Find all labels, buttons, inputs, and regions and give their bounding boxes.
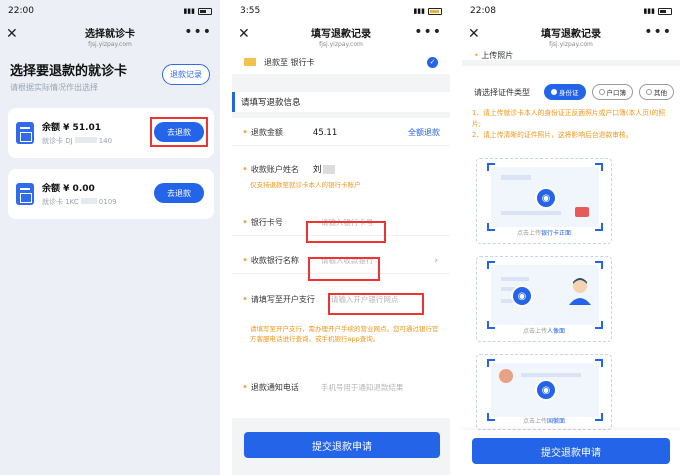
upload-id-screen: 22:08 ▮▮▮ ✕ 填写退款记录 fjsj.yizpay.com ••• •… (462, 0, 680, 475)
card-preview: ◉ (487, 163, 603, 231)
close-icon[interactable]: ✕ (468, 26, 480, 42)
select-card-screen: 22:00 ▮▮▮ ✕ 选择就诊卡 fjsj.yizpay.com ••• 选择… (0, 0, 220, 475)
select-header: 选择要退款的就诊卡 请根据实际情况作出选择 退款记录 (0, 50, 220, 93)
amount-value: 45.11 (312, 127, 338, 138)
page-title: 选择就诊卡 (85, 28, 135, 40)
section-title: 请填写退款信息 (232, 92, 450, 112)
amount-label: 退款金额 (250, 128, 283, 137)
card-number: 就诊卡 1KC 0109 (42, 198, 117, 206)
card-balance: 余额 ¥ 0.00 (42, 184, 95, 194)
divider (462, 60, 680, 66)
account-name-row: • 收款账户姓名 刘 (232, 156, 450, 182)
page-title: 填写退款记录 (311, 28, 371, 40)
highlight-box (150, 117, 208, 147)
refund-form-screen: 3:55 ▮▮▮ ✕ 填写退款记录 fjsj.yizpay.com ••• 退款… (232, 0, 450, 475)
upload-emblem-side[interactable]: ◉ 点击上传国徽面 (476, 354, 612, 430)
bank-name-label: 收款银行名称 (250, 256, 299, 265)
refund-form: • 退款金额 45.11 全额退款 • 收款账户姓名 刘 仅支持退款至就诊卡本人的银… (232, 118, 450, 418)
branch-note: 请填写至开户支行，需办理开户手续的营业网点。您可通过银行官方客服电话进行查询，或… (250, 325, 439, 343)
more-icon[interactable]: ••• (644, 24, 672, 40)
tip-item: 1、请上传就诊卡本人的身份证正反面照片或户口簿(本人页)的照片; (472, 109, 666, 128)
doc-type-label: 请选择证件类型 (474, 87, 530, 97)
upload-card-front[interactable]: ◉ 点击上传银行卡正面 (476, 158, 612, 244)
camera-icon: ◉ (511, 285, 533, 307)
emblem-icon (499, 369, 513, 383)
check-icon: ✓ (427, 56, 438, 68)
tip-item: 2、请上传清晰的证件照片，这将影响后台退款审核。 (472, 131, 633, 139)
portrait-icon (569, 278, 591, 305)
unionpay-icon (575, 207, 589, 217)
submit-refund-button[interactable]: 提交退款申请 (244, 432, 440, 458)
nav-bar: ✕ 填写退款记录 fjsj.yizpay.com ••• (232, 22, 450, 50)
section-title-cut: • 上传照片 (474, 51, 514, 60)
status-icons: ▮▮▮ (643, 7, 672, 15)
page-title: 填写退款记录 (541, 28, 601, 40)
phone-row: • 退款通知电话 手机号用于通知退款结果 (242, 381, 404, 393)
branch-label: 请填写至开户支行 (250, 294, 315, 304)
camera-icon: ◉ (535, 187, 557, 209)
status-bar: 22:08 ▮▮▮ (462, 0, 680, 22)
card-item[interactable]: 余额 ¥ 0.00 就诊卡 1KC 0109 去退款 (8, 169, 214, 219)
amount-row: • 退款金额 45.11 全额退款 (232, 120, 450, 146)
card-preview: ◉ (487, 261, 603, 329)
signal-icon: ▮▮▮ (183, 7, 195, 15)
refund-method-label: 退款至 银行卡 (264, 57, 315, 67)
upload-label: 点击上传人像面 (522, 328, 566, 335)
upload-tips: 1、请上传就诊卡本人的身份证正反面照片或户口簿(本人页)的照片; 2、请上传清晰… (472, 108, 672, 141)
highlight-box (306, 221, 386, 243)
go-refund-button[interactable]: 去退款 (154, 183, 204, 203)
battery-icon (428, 7, 442, 15)
refund-records-button[interactable]: 退款记录 (162, 64, 210, 85)
name-note: 仅支持退款至就诊卡本人的银行卡账户 (250, 181, 361, 189)
chevron-right-icon: › (434, 255, 438, 266)
upload-label: 点击上传国徽面 (522, 418, 566, 425)
doc-type-row: 请选择证件类型 身份证 户口簿 其他 (474, 84, 674, 100)
upload-label: 点击上传银行卡正面 (516, 230, 572, 237)
close-icon[interactable]: ✕ (238, 26, 250, 42)
card-icon (16, 122, 34, 144)
phone-input[interactable]: 手机号用于通知退款结果 (321, 382, 404, 393)
status-time: 22:00 (8, 6, 34, 16)
submit-refund-button[interactable]: 提交退款申请 (472, 438, 670, 464)
highlight-box (308, 257, 380, 281)
page-url: fjsj.yizpay.com (319, 40, 363, 48)
card-preview: ◉ (487, 359, 603, 421)
phone-label: 退款通知电话 (250, 382, 299, 392)
status-time: 3:55 (240, 6, 261, 16)
status-bar: 22:00 ▮▮▮ (0, 0, 220, 22)
card-number: 就诊卡 DJ 140 (42, 137, 113, 145)
doc-type-id-card[interactable]: 身份证 (544, 84, 586, 100)
status-time: 22:08 (470, 6, 496, 16)
more-icon[interactable]: ••• (414, 24, 442, 40)
battery-icon (658, 7, 672, 15)
card-icon (16, 183, 34, 205)
status-icons: ▮▮▮ (413, 7, 442, 15)
close-icon[interactable]: ✕ (6, 26, 18, 42)
refund-method-row[interactable]: 退款至 银行卡 ✓ (232, 50, 450, 74)
doc-type-other[interactable]: 其他 (639, 84, 674, 100)
status-icons: ▮▮▮ (183, 7, 212, 15)
status-bar: 3:55 ▮▮▮ (232, 0, 450, 22)
battery-icon (198, 7, 212, 15)
camera-icon: ◉ (535, 379, 557, 401)
page-url: fjsj.yizpay.com (88, 40, 132, 48)
upload-portrait-side[interactable]: ◉ 点击上传人像面 (476, 256, 612, 342)
account-name-value: 刘 (312, 165, 322, 175)
nav-bar: ✕ 填写退款记录 fjsj.yizpay.com ••• (462, 22, 680, 50)
card-number-label: 银行卡号 (250, 218, 283, 227)
highlight-box (328, 293, 424, 315)
full-refund-link[interactable]: 全额退款 (408, 127, 440, 138)
signal-icon: ▮▮▮ (413, 7, 425, 15)
nav-bar: ✕ 选择就诊卡 fjsj.yizpay.com ••• (0, 22, 220, 50)
masked-name (323, 164, 336, 174)
doc-type-household[interactable]: 户口簿 (591, 84, 633, 100)
card-balance: 余额 ¥ 51.01 (42, 123, 102, 133)
account-name-label: 收款账户姓名 (250, 164, 299, 174)
page-url: fjsj.yizpay.com (549, 40, 593, 48)
more-icon[interactable]: ••• (184, 24, 212, 40)
bank-card-icon (244, 58, 256, 66)
signal-icon: ▮▮▮ (643, 7, 655, 15)
